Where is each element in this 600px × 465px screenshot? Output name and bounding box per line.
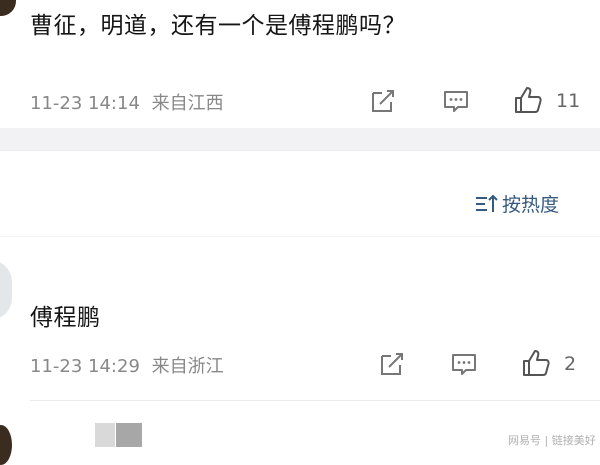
thumbs-up-icon[interactable]: [512, 84, 544, 116]
divider: [0, 150, 600, 151]
avatar[interactable]: [0, 0, 16, 16]
sort-by-hot-button[interactable]: 按热度: [474, 190, 559, 217]
share-icon[interactable]: [377, 349, 407, 379]
comment-text: 曹征，明道，还有一个是傅程鹏吗？: [30, 13, 406, 39]
comment-time: 11-23 14:29: [30, 356, 140, 377]
blurred-username: [116, 423, 142, 447]
blurred-username: [95, 423, 115, 447]
watermark: 网易号 | 链接美好: [508, 434, 596, 447]
avatar[interactable]: [0, 260, 12, 320]
divider: [0, 236, 600, 237]
avatar[interactable]: [0, 425, 12, 465]
section-separator: [0, 128, 600, 150]
comment-text: 傅程鹏: [30, 305, 101, 331]
comment-meta: 11-23 14:29 来自浙江: [30, 352, 224, 378]
sort-label: 按热度: [502, 194, 560, 216]
thumbs-up-icon[interactable]: [520, 347, 552, 379]
comment-location: 来自浙江: [151, 356, 224, 377]
share-icon[interactable]: [368, 86, 398, 116]
sort-icon: [474, 193, 498, 215]
comment-time: 11-23 14:14: [30, 93, 140, 114]
comment-icon[interactable]: [449, 349, 479, 379]
comment-location: 来自江西: [151, 93, 224, 114]
comment-meta: 11-23 14:14 来自江西: [30, 89, 224, 115]
like-count: 11: [556, 90, 581, 112]
like-count: 2: [564, 353, 577, 375]
comment-icon[interactable]: [441, 86, 471, 116]
divider: [30, 400, 600, 401]
